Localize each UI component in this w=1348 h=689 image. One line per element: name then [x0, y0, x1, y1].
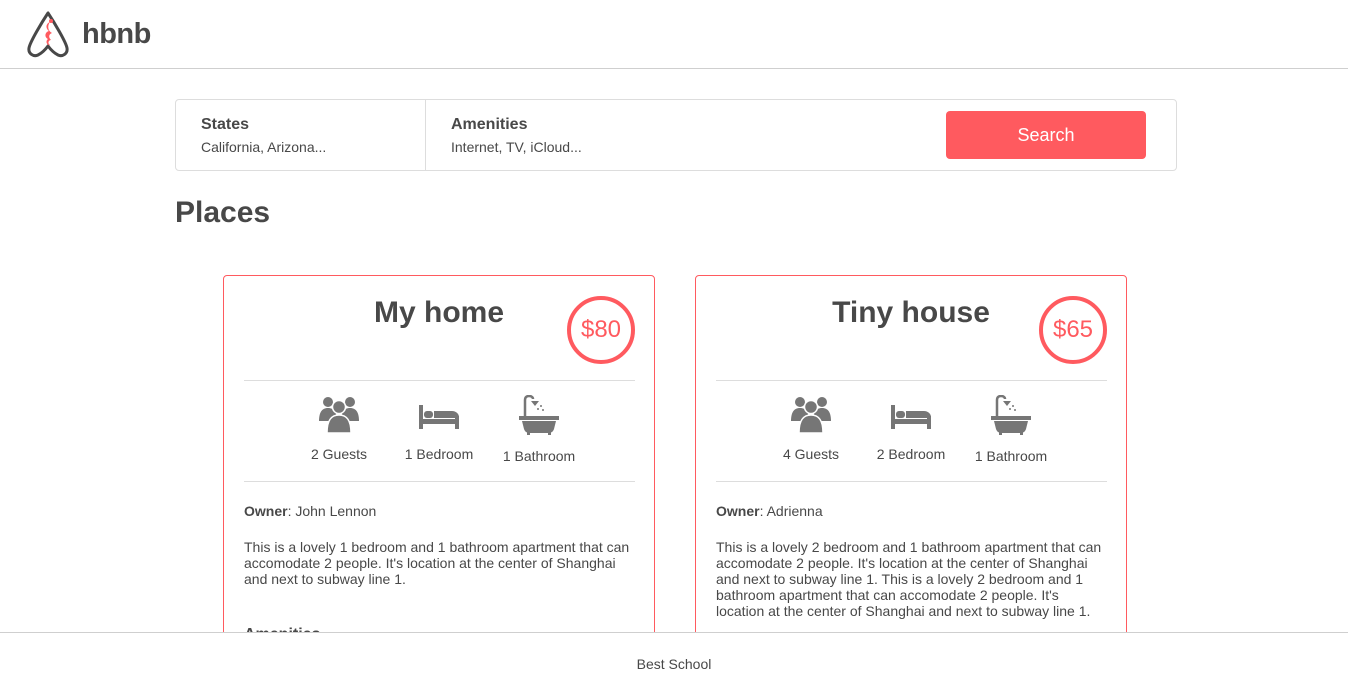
price-badge: $80 [567, 296, 635, 364]
header: hbnb [0, 0, 1348, 69]
bathtub-icon [519, 395, 559, 435]
places-title: Places [175, 196, 271, 229]
guests-icon [791, 397, 831, 433]
bathrooms-label: 1 Bathroom [502, 448, 576, 464]
logo[interactable]: hbnb [26, 9, 158, 59]
filters-bar: States California, Arizona... Amenities … [175, 99, 1177, 171]
guests-label: 2 Guests [310, 446, 368, 462]
guests-info: 2 Guests [289, 395, 389, 462]
bedrooms-label: 1 Bedroom [404, 446, 474, 462]
bed-icon [891, 405, 931, 429]
price-badge: $65 [1039, 296, 1107, 364]
place-info: 2 Guests 1 Bedroom 1 Bathroom [244, 380, 635, 482]
hbnb-logo-icon [27, 11, 69, 58]
bathrooms-label: 1 Bathroom [974, 448, 1048, 464]
states-filter[interactable]: States California, Arizona... [176, 100, 426, 170]
guests-icon [319, 397, 359, 433]
place-description: This is a lovely 1 bedroom and 1 bathroo… [244, 539, 630, 587]
amenities-filter-title: Amenities [451, 116, 528, 133]
guests-label: 4 Guests [782, 446, 840, 462]
bedrooms-label: 2 Bedroom [876, 446, 946, 462]
footer-text: Best School [636, 656, 712, 672]
bedrooms-info: 2 Bedroom [861, 395, 961, 462]
place-card: Tiny house $65 4 Guests 2 Bedroom 1 Bath… [695, 275, 1127, 675]
place-card: My home $80 2 Guests 1 Bedroom 1 Bathroo… [223, 275, 655, 675]
owner-label: Owner [244, 503, 288, 519]
bedrooms-info: 1 Bedroom [389, 395, 489, 462]
owner: Owner: John Lennon [244, 503, 376, 519]
logo-text: hbnb [82, 17, 151, 50]
states-filter-value: California, Arizona... [201, 139, 327, 155]
owner-name: : John Lennon [287, 503, 377, 519]
owner-name: : Adrienna [759, 503, 823, 519]
place-description: This is a lovely 2 bedroom and 1 bathroo… [716, 539, 1102, 619]
owner-label: Owner [716, 503, 760, 519]
guests-info: 4 Guests [761, 395, 861, 462]
bathrooms-info: 1 Bathroom [961, 395, 1061, 464]
bed-icon [419, 405, 459, 429]
bathtub-icon [991, 395, 1031, 435]
bathrooms-info: 1 Bathroom [489, 395, 589, 464]
footer: Best School [0, 632, 1348, 689]
amenities-filter[interactable]: Amenities Internet, TV, iCloud... [426, 100, 676, 170]
place-info: 4 Guests 2 Bedroom 1 Bathroom [716, 380, 1107, 482]
states-filter-title: States [201, 116, 250, 133]
owner: Owner: Adrienna [716, 503, 823, 519]
amenities-filter-value: Internet, TV, iCloud... [451, 139, 582, 155]
search-button[interactable]: Search [946, 111, 1146, 159]
